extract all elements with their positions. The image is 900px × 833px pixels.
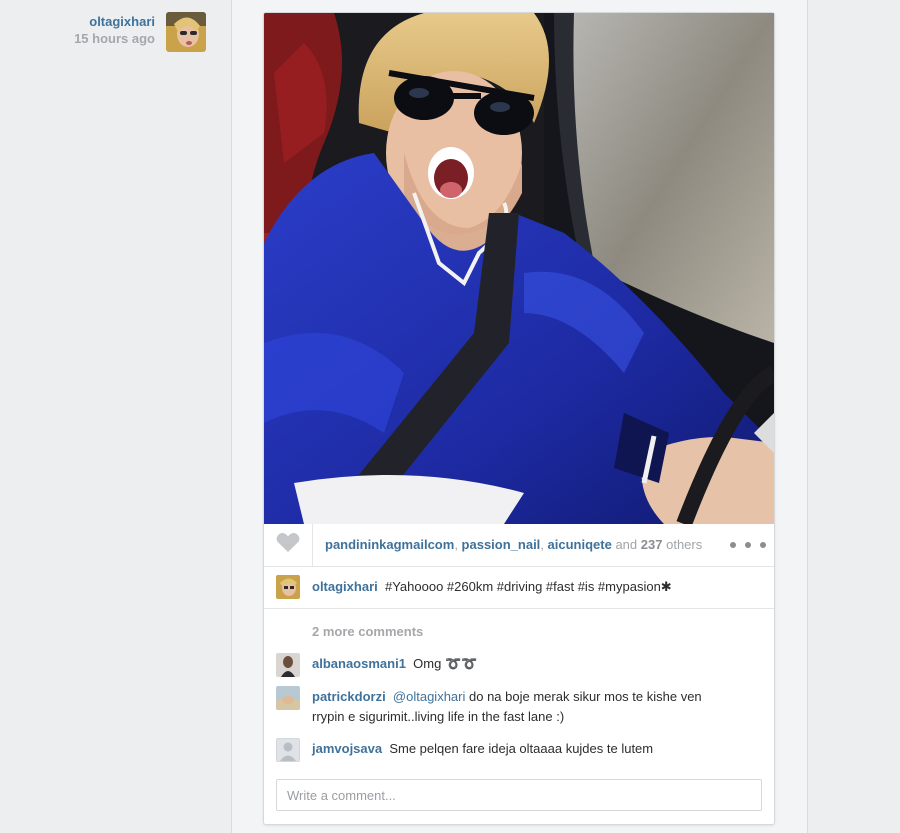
likes-others-count[interactable]: 237 xyxy=(641,537,663,552)
post-actions-bar: pandininkagmailcom, passion_nail, aicuni… xyxy=(264,524,774,567)
comment-row: jamvojsava Sme pelqen fare ideja oltaaaa… xyxy=(312,739,653,759)
more-options-button[interactable] xyxy=(730,537,766,553)
post-card: pandininkagmailcom, passion_nail, aicuni… xyxy=(263,12,775,825)
comment-username[interactable]: jamvojsava xyxy=(312,741,382,756)
comment-text: Sme pelqen fare ideja oltaaaa kujdes te … xyxy=(389,741,654,756)
likes-others-label[interactable]: others xyxy=(666,537,702,552)
post-photo[interactable] xyxy=(264,13,774,527)
liker-username[interactable]: pandininkagmailcom xyxy=(325,537,454,552)
caption-text-row: oltagixhari #Yahoooo #260km #driving #fa… xyxy=(312,577,672,597)
comment-text-continued: rrypin e sigurimit..living life in the f… xyxy=(312,709,565,724)
liker-username[interactable]: passion_nail xyxy=(462,537,541,552)
right-panel xyxy=(808,0,900,833)
caption-text: #Yahoooo #260km #driving #fast #is #mypa… xyxy=(384,579,672,594)
like-button[interactable] xyxy=(264,524,313,566)
commenter-avatar[interactable] xyxy=(276,653,300,677)
comment-row: albanaosmani1 Omg ➰➰ xyxy=(312,654,477,674)
left-panel xyxy=(0,0,231,833)
liker-username[interactable]: aicuniqete xyxy=(548,537,612,552)
likes-and-text: and xyxy=(615,537,638,552)
post-caption: oltagixhari #Yahoooo #260km #driving #fa… xyxy=(264,566,774,609)
comment-mention[interactable]: @oltagixhari xyxy=(393,689,465,704)
comment-username[interactable]: patrickdorzi xyxy=(312,689,386,704)
commenter-avatar[interactable] xyxy=(276,686,300,710)
commenter-avatar[interactable] xyxy=(276,738,300,762)
author-username[interactable]: oltagixhari xyxy=(0,14,155,30)
post-timestamp[interactable]: 15 hours ago xyxy=(0,31,155,47)
post-author-info: oltagixhari 15 hours ago xyxy=(0,14,155,47)
heart-icon[interactable] xyxy=(276,532,300,558)
more-options-icon xyxy=(760,542,766,548)
comment-row: patrickdorzi @oltagixhari do na boje mer… xyxy=(312,687,732,727)
comment-text: Omg ➰➰ xyxy=(413,656,478,671)
more-options-icon xyxy=(745,542,751,548)
author-avatar[interactable] xyxy=(166,12,206,52)
comment-username[interactable]: albanaosmani1 xyxy=(312,656,406,671)
comment-text: do na boje merak sikur mos te kishe ven xyxy=(469,689,702,704)
comment-input[interactable] xyxy=(276,779,762,811)
likes-summary: pandininkagmailcom, passion_nail, aicuni… xyxy=(325,537,703,552)
caption-author-avatar[interactable] xyxy=(276,575,300,599)
more-comments-link[interactable]: 2 more comments xyxy=(312,624,423,639)
more-options-icon xyxy=(730,542,736,548)
caption-username[interactable]: oltagixhari xyxy=(312,579,378,594)
